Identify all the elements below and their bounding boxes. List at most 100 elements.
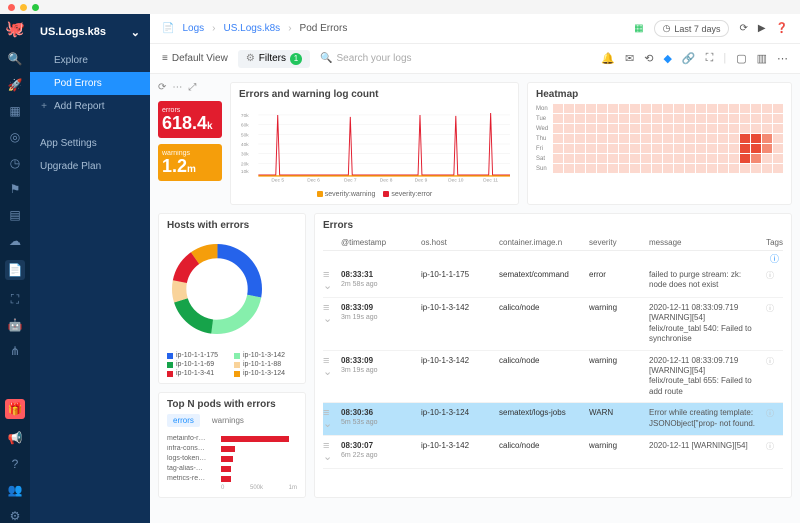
timeseries-chart[interactable]: Errors and warning log count 70k 60k 50k… bbox=[230, 82, 519, 205]
topn-chart[interactable]: Top N pods with errors errors warnings m… bbox=[158, 392, 306, 498]
row-info-icon[interactable]: ⓘ bbox=[757, 303, 783, 345]
link-icon[interactable]: 🔗 bbox=[682, 52, 696, 65]
row-info-icon[interactable]: ⓘ bbox=[757, 441, 783, 463]
search-input[interactable]: 🔍 Search your logs bbox=[320, 53, 591, 64]
crumb-root[interactable]: Logs bbox=[182, 23, 204, 34]
filters-button[interactable]: ⚙ Filters 1 bbox=[238, 50, 310, 68]
table-row[interactable]: ≡⌄ 08:33:312m 58s ago ip-10-1-1-175 sema… bbox=[323, 265, 783, 298]
table-row[interactable]: ≡⌄ 08:30:365m 53s ago ip-10-1-3-124 sema… bbox=[323, 403, 783, 436]
flag-icon[interactable]: ⚑ bbox=[8, 182, 22, 196]
crumb-mid[interactable]: US.Logs.k8s bbox=[223, 23, 280, 34]
bookmark-icon[interactable]: ◆ bbox=[663, 52, 671, 65]
expand-row-icon[interactable]: ≡⌄ bbox=[323, 303, 341, 345]
crumb-leaf: Pod Errors bbox=[300, 23, 348, 34]
bot-icon[interactable]: 🤖 bbox=[8, 318, 22, 332]
frame-icon[interactable]: ⛶ bbox=[8, 292, 22, 306]
svg-text:40k: 40k bbox=[241, 142, 249, 148]
workspace-selector[interactable]: US.Logs.k8s ⌄ bbox=[30, 22, 150, 49]
mail-icon[interactable]: ✉ bbox=[625, 52, 634, 65]
maximize-dot[interactable] bbox=[32, 4, 39, 11]
logo-icon[interactable]: 🐙 bbox=[8, 22, 22, 36]
sidebar-item-upgrade-plan[interactable]: Upgrade Plan bbox=[30, 155, 150, 178]
svg-text:70k: 70k bbox=[241, 113, 249, 119]
close-dot[interactable] bbox=[8, 4, 15, 11]
row-info-icon[interactable]: ⓘ bbox=[757, 270, 783, 292]
svg-text:30k: 30k bbox=[241, 152, 249, 158]
filters-count: 1 bbox=[290, 53, 302, 65]
svg-text:20k: 20k bbox=[241, 161, 249, 167]
errors-stat[interactable]: errors 618.4k bbox=[158, 101, 222, 138]
fullscreen-icon[interactable]: ⤢ bbox=[188, 82, 196, 93]
svg-text:Dec 6: Dec 6 bbox=[307, 178, 320, 184]
icon-rail: 🐙 🔍 🚀 ▦ ◎ ◷ ⚑ ▤ ☁ 📄 ⛶ 🤖 ⋔ 🎁 📢 ? 👥 ⚙ bbox=[0, 14, 30, 523]
heatmap-chart[interactable]: Heatmap MonTueWedThuFriSatSun bbox=[527, 82, 792, 205]
warnings-stat[interactable]: warnings 1.2m bbox=[158, 144, 222, 181]
columns-icon[interactable]: ▥ bbox=[757, 52, 767, 65]
tab-warnings[interactable]: warnings bbox=[206, 414, 250, 427]
expand-row-icon[interactable]: ≡⌄ bbox=[323, 270, 341, 292]
gift-icon[interactable]: 🎁 bbox=[5, 399, 25, 419]
clock-icon: ◷ bbox=[663, 23, 671, 34]
table-header: @timestamp os.host container.image.n sev… bbox=[323, 235, 783, 251]
more-icon[interactable]: ⋯ bbox=[777, 52, 788, 65]
refresh-icon[interactable]: ⟳ bbox=[739, 23, 747, 34]
workspace-title: US.Logs.k8s bbox=[40, 26, 106, 39]
server-icon[interactable]: ▤ bbox=[8, 208, 22, 222]
window-titlebar bbox=[0, 0, 800, 14]
svg-text:Dec 9: Dec 9 bbox=[415, 178, 428, 184]
cycle-icon[interactable]: ⟲ bbox=[644, 52, 653, 65]
grid-icon[interactable]: ▦ bbox=[8, 104, 22, 118]
reload-icon[interactable]: ⟳ bbox=[158, 82, 166, 93]
expand-icon[interactable]: ⛶ bbox=[706, 52, 714, 65]
expand-row-icon[interactable]: ≡⌄ bbox=[323, 408, 341, 430]
svg-text:50k: 50k bbox=[241, 132, 249, 138]
expand-row-icon[interactable]: ≡⌄ bbox=[323, 441, 341, 463]
help-icon[interactable]: ? bbox=[8, 457, 22, 471]
timerange-picker[interactable]: ◷ Last 7 days bbox=[654, 20, 730, 37]
tab-errors[interactable]: errors bbox=[167, 414, 200, 427]
panel-icon[interactable]: ▢ bbox=[736, 52, 746, 65]
logs-icon[interactable]: 📄 bbox=[5, 260, 25, 280]
announce-icon[interactable]: 📢 bbox=[8, 431, 22, 445]
sidebar-item-pod-errors[interactable]: Pod Errors bbox=[30, 72, 150, 95]
bell-icon[interactable]: 🔔 bbox=[601, 52, 615, 65]
search-icon: 🔍 bbox=[320, 53, 332, 64]
infra-icon[interactable]: ☁ bbox=[8, 234, 22, 248]
svg-text:Dec 11: Dec 11 bbox=[483, 178, 498, 184]
settings-icon[interactable]: ⚙ bbox=[8, 509, 22, 523]
table-row[interactable]: ≡⌄ 08:33:093m 19s ago ip-10-1-3-142 cali… bbox=[323, 298, 783, 351]
svg-text:Dec 10: Dec 10 bbox=[448, 178, 464, 184]
share-icon[interactable]: ⋔ bbox=[8, 344, 22, 358]
table-row[interactable]: ≡⌄ 08:30:076m 22s ago ip-10-1-3-142 cali… bbox=[323, 436, 783, 469]
sidebar: US.Logs.k8s ⌄ ExplorePod Errors+Add Repo… bbox=[30, 14, 150, 523]
play-icon[interactable]: ▶ bbox=[758, 23, 766, 34]
sidebar-item-explore[interactable]: Explore bbox=[30, 49, 150, 72]
chevron-down-icon: ⌄ bbox=[131, 26, 140, 39]
search-icon[interactable]: 🔍 bbox=[8, 52, 22, 66]
clock-icon[interactable]: ◷ bbox=[8, 156, 22, 170]
sidebar-item-add-report[interactable]: +Add Report bbox=[30, 95, 150, 118]
search-placeholder: Search your logs bbox=[336, 53, 411, 64]
sidebar-item-app-settings[interactable]: App Settings bbox=[30, 132, 150, 155]
svg-text:10k: 10k bbox=[241, 169, 249, 175]
svg-text:Dec 5: Dec 5 bbox=[271, 178, 284, 184]
ellipsis-icon[interactable]: ⋯ bbox=[172, 82, 182, 93]
svg-text:Dec 8: Dec 8 bbox=[380, 178, 393, 184]
svg-text:60k: 60k bbox=[241, 123, 249, 129]
team-icon[interactable]: 👥 bbox=[8, 483, 22, 497]
errors-table: Errors @timestamp os.host container.imag… bbox=[314, 213, 792, 498]
target-icon[interactable]: ◎ bbox=[8, 130, 22, 144]
help-circle-icon[interactable]: ❓ bbox=[776, 23, 788, 34]
expand-row-icon[interactable]: ≡⌄ bbox=[323, 356, 341, 398]
timerange-label: Last 7 days bbox=[674, 24, 720, 34]
hosts-chart[interactable]: Hosts with errors ip-10-1-1-175ip-10-1-3… bbox=[158, 213, 306, 384]
info-icon[interactable]: ⓘ bbox=[770, 254, 779, 264]
table-row[interactable]: ≡⌄ 08:33:093m 19s ago ip-10-1-3-142 cali… bbox=[323, 351, 783, 404]
row-info-icon[interactable]: ⓘ bbox=[757, 408, 783, 430]
rocket-icon[interactable]: 🚀 bbox=[8, 78, 22, 92]
minimize-dot[interactable] bbox=[20, 4, 27, 11]
grid-view-icon[interactable]: ▦ bbox=[634, 23, 643, 34]
row-info-icon[interactable]: ⓘ bbox=[757, 356, 783, 398]
view-selector[interactable]: ≡Default View bbox=[162, 53, 228, 64]
donut-svg bbox=[167, 239, 267, 339]
